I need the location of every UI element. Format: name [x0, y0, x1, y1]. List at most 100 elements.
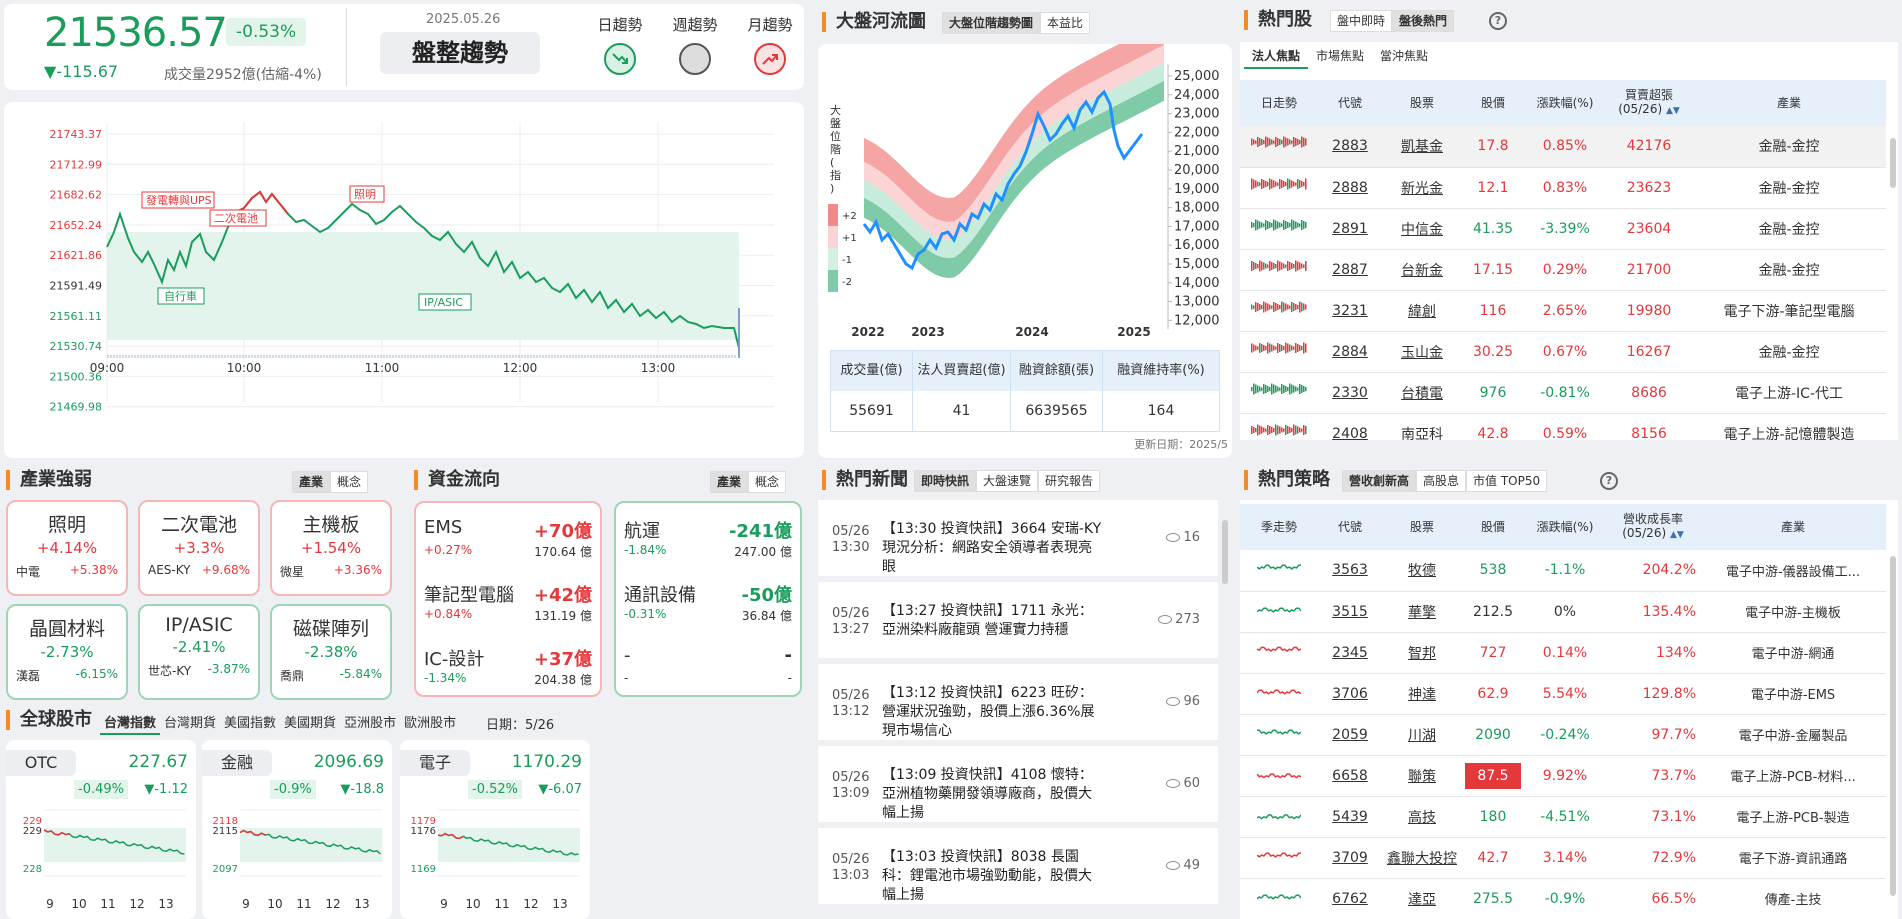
stock-code-link[interactable]: 2059 — [1332, 727, 1368, 743]
stock-code-link[interactable]: 6658 — [1332, 768, 1368, 784]
fund-row[interactable]: 筆記型電腦 +42億 +0.84% 131.19 億 — [424, 581, 592, 627]
table-row[interactable]: 5439 高技 180 -4.51% 73.1% 電子上游-PCB-製造 — [1240, 796, 1886, 838]
tab-news-research[interactable]: 研究報告 — [1038, 470, 1101, 492]
table-row[interactable]: 3709 鑫聯大投控 42.7 3.14% 72.9% 電子下游-資訊通路 — [1240, 837, 1886, 879]
row-name[interactable]: 聯策 — [1382, 755, 1462, 797]
tab-global-3[interactable]: 美國期貨 — [280, 710, 340, 735]
row-code[interactable]: 2884 — [1318, 331, 1382, 373]
row-name[interactable]: 凱基金 — [1382, 126, 1462, 168]
news-item[interactable]: 05/26 13:27 【13:27 投資快訊】1711 永光：亞洲染料廠龍頭 營運… — [818, 582, 1218, 658]
stock-code-link[interactable]: 2330 — [1332, 385, 1368, 401]
stock-name-link[interactable]: 中信金 — [1401, 222, 1443, 238]
stock-code-link[interactable]: 6762 — [1332, 891, 1368, 907]
stock-name-link[interactable]: 南亞科 — [1401, 427, 1443, 441]
table-row[interactable]: 2883 凱基金 17.8 0.85% 42176 金融-金控 — [1240, 126, 1886, 168]
row-name[interactable]: 高技 — [1382, 796, 1462, 838]
news-headline[interactable]: 【13:12 投資快訊】6223 旺矽：營運狀況強勁，股價上漲6.36%展現市場… — [882, 684, 1102, 741]
tab-news-market[interactable]: 大盤速覽 — [976, 470, 1039, 492]
table-row[interactable]: 3231 緯創 116 2.65% 19980 電子下游-筆記型電腦 — [1240, 290, 1886, 332]
global-index-card[interactable]: 電子 1170.29 -0.52% ▼-6.07 1179 1176 1169 9 10 11 12… — [400, 740, 590, 919]
stock-name-link[interactable]: 鑫聯大投控 — [1387, 851, 1457, 867]
industry-card[interactable]: 照明 +4.14% 中電 +5.38% — [6, 500, 128, 596]
annotation-bike[interactable]: 自行車 — [157, 287, 205, 305]
annotation-light[interactable]: 照明 — [349, 185, 385, 203]
tab-global-4[interactable]: 亞洲股市 — [340, 710, 400, 735]
row-code[interactable]: 3706 — [1318, 673, 1382, 715]
stock-code-link[interactable]: 3563 — [1332, 562, 1368, 578]
news-headline[interactable]: 【13:09 投資快訊】4108 懷特：亞洲植物藥開發領導廠商，股價大幅上揚 — [882, 766, 1102, 823]
trend-week[interactable]: 週趨勢 — [665, 14, 725, 75]
trend-month[interactable]: 月趨勢 — [740, 14, 800, 75]
table-row[interactable]: 3706 神達 62.9 5.54% 129.8% 電子中游-EMS — [1240, 673, 1886, 715]
row-name[interactable]: 華擎 — [1382, 591, 1462, 633]
table-row[interactable]: 2888 新光金 12.1 0.83% 23623 金融-金控 — [1240, 167, 1886, 209]
stock-name-link[interactable]: 凱基金 — [1401, 139, 1443, 155]
tab-revenue-high[interactable]: 營收創新高 — [1342, 470, 1417, 492]
news-headline[interactable]: 【13:30 投資快訊】3664 安瑞-KY 現況分析：網路安全領導者表現亮眼 — [882, 520, 1102, 577]
stock-name-link[interactable]: 台積電 — [1401, 386, 1443, 402]
annotation-asic[interactable]: IP/ASIC — [418, 293, 472, 311]
industry-card[interactable]: 晶圓材料 -2.73% 漢磊 -6.15% — [6, 604, 128, 700]
table-row[interactable]: 6762 達亞 275.5 -0.9% 66.5% 傳產-主技 — [1240, 878, 1886, 919]
table-row[interactable]: 2408 南亞科 42.8 0.59% 8156 電子上游-記憶體製造 — [1240, 413, 1886, 440]
stock-name-link[interactable]: 高技 — [1408, 810, 1436, 826]
strategy-help-icon[interactable]: ? — [1600, 472, 1618, 490]
trend-day[interactable]: 日趨勢 — [590, 14, 650, 75]
table-row[interactable]: 2887 台新金 17.15 0.29% 21700 金融-金控 — [1240, 249, 1886, 291]
news-headline[interactable]: 【13:03 投資快訊】8038 長園科：鋰電池市場強勁動能，股價大幅上揚 — [882, 848, 1102, 905]
row-name[interactable]: 中信金 — [1382, 208, 1462, 250]
hot-scrollbar[interactable] — [1890, 138, 1896, 188]
stock-name-link[interactable]: 神達 — [1408, 687, 1436, 703]
row-code[interactable]: 2408 — [1318, 413, 1382, 440]
stock-code-link[interactable]: 2887 — [1332, 262, 1368, 278]
industry-card[interactable]: 磁碟陣列 -2.38% 喬鼎 -5.84% — [270, 604, 392, 700]
tab-market-focus[interactable]: 市場焦點 — [1308, 44, 1372, 69]
fund-row[interactable]: IC-設計 +37億 -1.34% 204.38 億 — [424, 645, 592, 691]
row-name[interactable]: 南亞科 — [1382, 413, 1462, 440]
row-name[interactable]: 台新金 — [1382, 249, 1462, 291]
row-code[interactable]: 2891 — [1318, 208, 1382, 250]
row-code[interactable]: 3231 — [1318, 290, 1382, 332]
stock-code-link[interactable]: 2345 — [1332, 645, 1368, 661]
tab-fund-industry[interactable]: 產業 — [710, 471, 749, 493]
row-code[interactable]: 2887 — [1318, 249, 1382, 291]
global-index-card[interactable]: OTC 227.67 -0.49% ▼-1.12 229 229 228 9 10 11 12 13 — [6, 740, 196, 919]
tab-top50[interactable]: 市值 TOP50 — [1466, 470, 1548, 492]
row-name[interactable]: 牧德 — [1382, 550, 1462, 592]
stock-code-link[interactable]: 2888 — [1332, 180, 1368, 196]
stock-code-link[interactable]: 3231 — [1332, 303, 1368, 319]
row-code[interactable]: 3709 — [1318, 837, 1382, 879]
row-name[interactable]: 川湖 — [1382, 714, 1462, 756]
stock-code-link[interactable]: 2883 — [1332, 138, 1368, 154]
row-name[interactable]: 神達 — [1382, 673, 1462, 715]
stock-name-link[interactable]: 華擎 — [1408, 605, 1436, 621]
row-code[interactable]: 5439 — [1318, 796, 1382, 838]
row-name[interactable]: 台積電 — [1382, 372, 1462, 414]
strategy-scrollbar[interactable] — [1890, 556, 1896, 896]
tab-hot-realtime[interactable]: 盤中即時 — [1330, 10, 1393, 32]
stock-name-link[interactable]: 緯創 — [1408, 304, 1436, 320]
table-row[interactable]: 3563 牧德 538 -1.1% 204.2% 電子中游-儀器設備工... — [1240, 550, 1886, 592]
annotation-battery[interactable]: 二次電池 — [209, 209, 267, 227]
stock-code-link[interactable]: 5439 — [1332, 809, 1368, 825]
stock-name-link[interactable]: 台新金 — [1401, 263, 1443, 279]
row-code[interactable]: 6762 — [1318, 878, 1382, 919]
news-scrollbar[interactable] — [1222, 520, 1228, 584]
tab-fund-concept[interactable]: 概念 — [748, 471, 787, 493]
row-code[interactable]: 2330 — [1318, 372, 1382, 414]
stock-name-link[interactable]: 川湖 — [1408, 728, 1436, 744]
row-code[interactable]: 3515 — [1318, 591, 1382, 633]
row-code[interactable]: 3563 — [1318, 550, 1382, 592]
row-name[interactable]: 達亞 — [1382, 878, 1462, 919]
hot-th-net[interactable]: 買賣超張 (05/26) ▲▼ — [1606, 80, 1692, 126]
table-row[interactable]: 2059 川湖 2090 -0.24% 97.7% 電子中游-金屬製品 — [1240, 714, 1886, 756]
help-icon[interactable]: ? — [1489, 12, 1507, 30]
row-code[interactable]: 2888 — [1318, 167, 1382, 209]
row-name[interactable]: 智邦 — [1382, 632, 1462, 674]
tab-high-dividend[interactable]: 高股息 — [1416, 470, 1467, 492]
row-code[interactable]: 2345 — [1318, 632, 1382, 674]
industry-card[interactable]: 主機板 +1.54% 微星 +3.36% — [270, 500, 392, 596]
stock-code-link[interactable]: 3515 — [1332, 604, 1368, 620]
table-row[interactable]: 2330 台積電 976 -0.81% 8686 電子上游-IC-代工 — [1240, 372, 1886, 414]
row-code[interactable]: 2883 — [1318, 126, 1382, 168]
